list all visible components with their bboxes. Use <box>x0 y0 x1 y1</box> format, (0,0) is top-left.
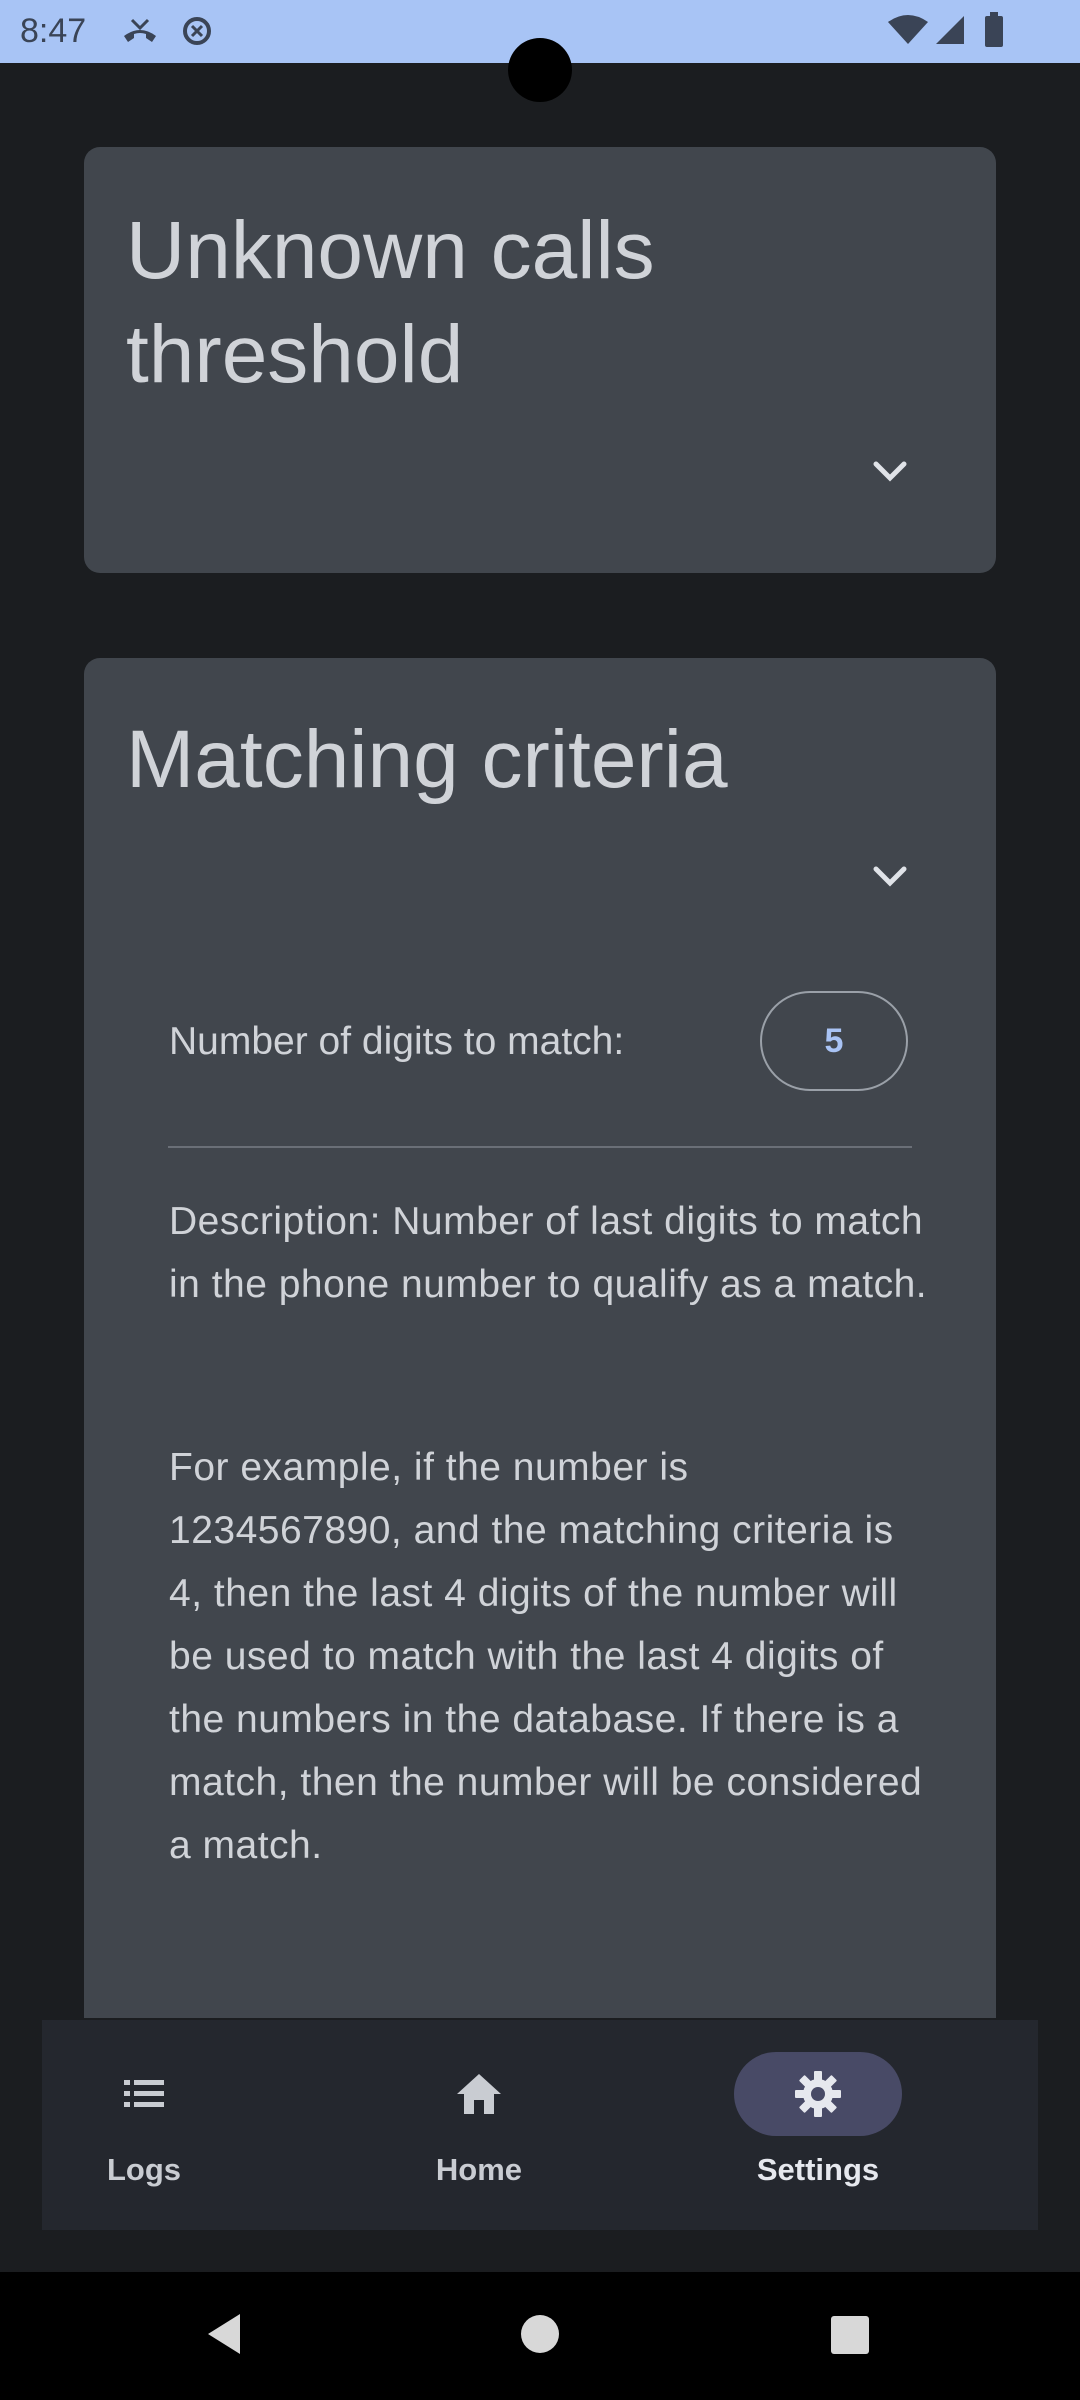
threshold-card-title: Unknown calls threshold <box>126 205 655 400</box>
wifi-icon <box>888 14 928 51</box>
gear-icon <box>794 2070 842 2118</box>
status-time: 8:47 <box>20 12 87 50</box>
divider <box>168 1146 912 1148</box>
chevron-down-icon[interactable] <box>868 449 912 493</box>
battery-icon <box>984 12 1004 53</box>
threshold-card[interactable]: Unknown calls threshold <box>84 147 996 573</box>
nav-item-logs[interactable]: Logs <box>44 2020 244 2230</box>
chevron-down-icon[interactable] <box>868 854 912 898</box>
nav-label-settings: Settings <box>756 2152 880 2187</box>
digits-to-match-field[interactable]: 5 <box>760 991 908 1091</box>
example-text: For example, if the number is 1234567890… <box>169 1446 923 1867</box>
nav-item-home[interactable]: Home <box>379 2020 579 2230</box>
bottom-navigation: Logs Home Settings <box>42 2020 1038 2230</box>
home-icon <box>455 2070 503 2118</box>
list-icon <box>120 2070 168 2118</box>
system-navigation-bar <box>0 2272 1080 2400</box>
digits-to-match-label: Number of digits to match: <box>169 1020 625 1063</box>
camera-cutout <box>508 38 572 102</box>
nav-item-settings[interactable]: Settings <box>718 2020 918 2230</box>
description-text: Description: Number of last digits to ma… <box>169 1200 928 1306</box>
dnd-icon <box>182 16 212 51</box>
nav-label-home: Home <box>435 2152 523 2187</box>
back-icon[interactable] <box>204 2312 244 2361</box>
missed-call-icon <box>122 16 158 51</box>
nav-label-logs: Logs <box>106 2152 182 2187</box>
matching-card-title: Matching criteria <box>126 714 728 805</box>
matching-criteria-card: Matching criteria Number of digits to ma… <box>84 658 996 2018</box>
recents-icon[interactable] <box>830 2315 870 2360</box>
signal-icon <box>934 14 966 51</box>
home-button-icon[interactable] <box>520 2314 560 2359</box>
